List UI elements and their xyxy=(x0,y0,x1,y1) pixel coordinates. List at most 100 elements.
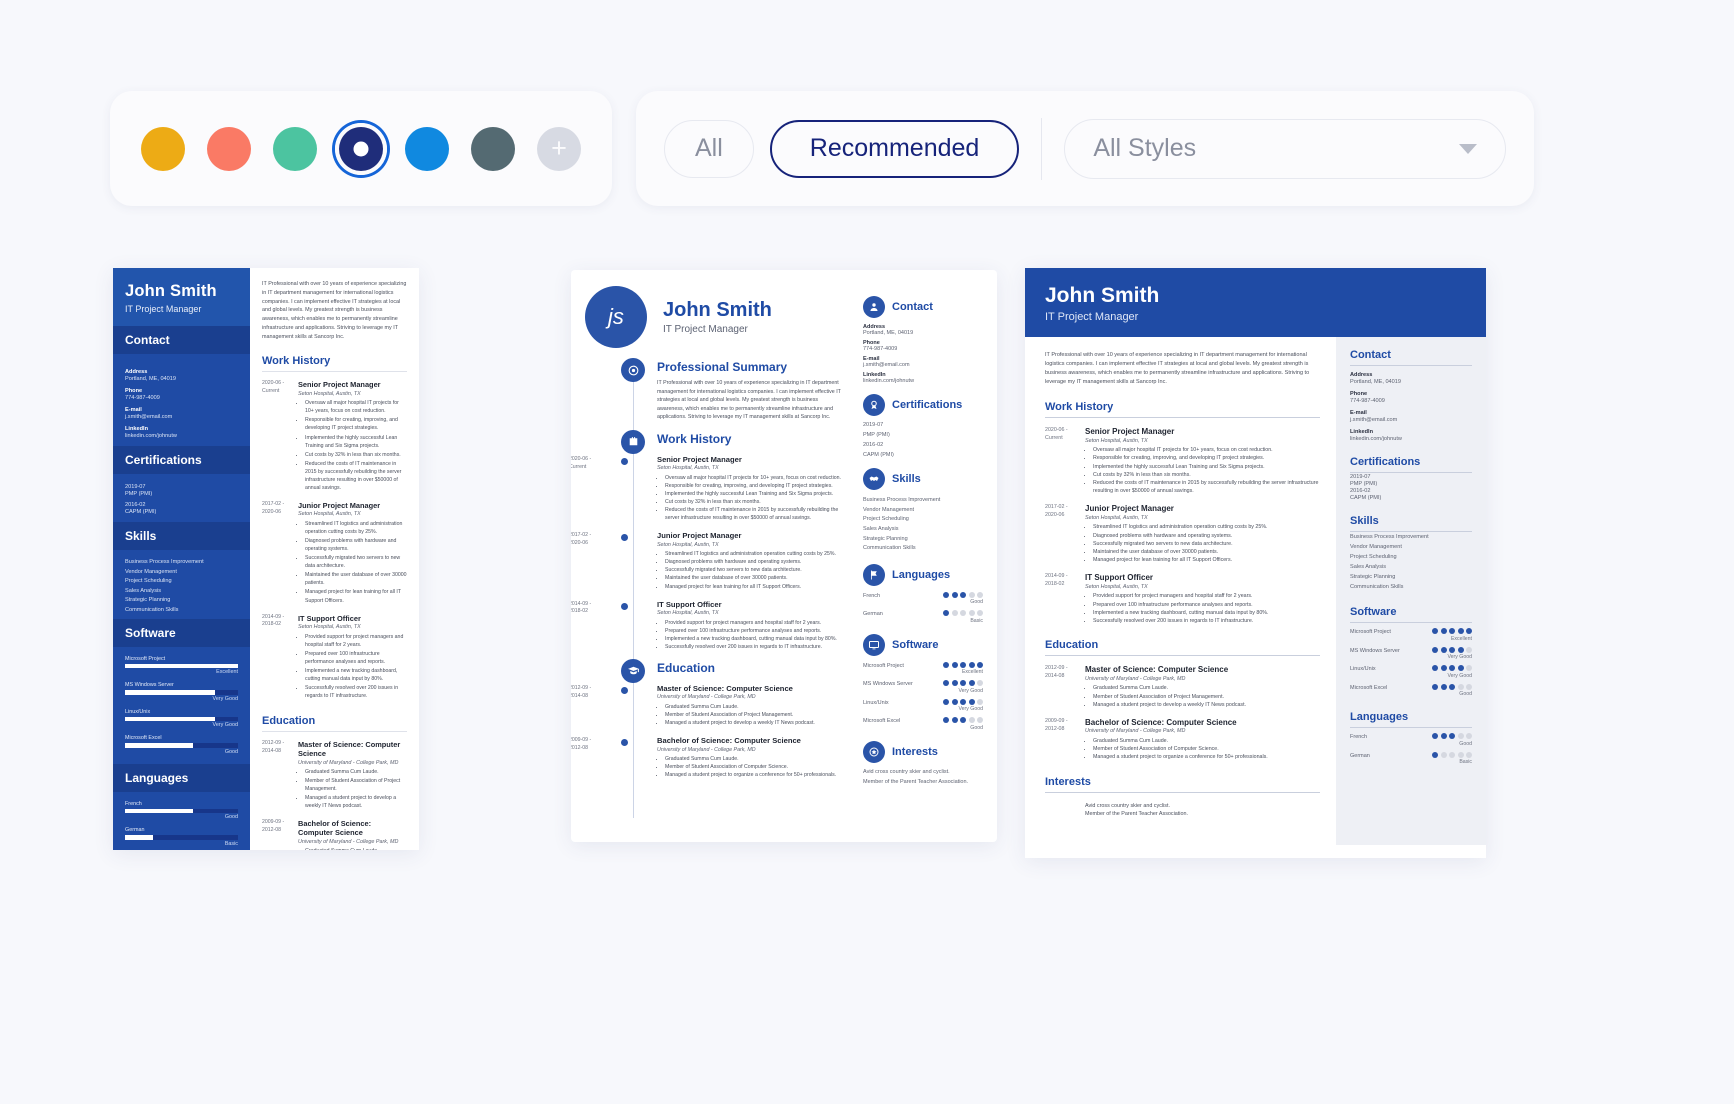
card2-main: js John Smith IT Project Manager Profess… xyxy=(571,286,855,832)
bullet: Prepared over 100 infrastructure perform… xyxy=(665,627,845,635)
language-bar xyxy=(125,835,238,840)
rating-dots xyxy=(1432,751,1472,758)
card3-name: John Smith xyxy=(1045,284,1160,307)
card2-skills-heading-row: Skills xyxy=(863,468,983,490)
bullet: Provided support for project managers an… xyxy=(305,633,407,649)
job-org: Seton Hospital, Austin, TX xyxy=(657,541,719,548)
card2-education-section: Education 2012-09 -2014-08 Master of Sci… xyxy=(571,658,845,779)
software-entry: Linux/Unix Very Good xyxy=(863,698,983,713)
card1-role: IT Project Manager xyxy=(125,304,202,314)
job-title: IT Support Officer xyxy=(657,599,722,609)
bullet: Managed a student project to organize a … xyxy=(665,771,845,779)
job-title: Junior Project Manager xyxy=(657,531,742,541)
add-color-button[interactable]: + xyxy=(533,123,585,175)
edu-bullets: Graduated Summa Cum Laude. Member of Stu… xyxy=(1093,684,1320,709)
job-org: Seton Hospital, Austin, TX xyxy=(298,624,361,631)
contact-entry: E-mail j.smith@email.com xyxy=(125,407,238,420)
job-bullets: Provided support for project managers an… xyxy=(1093,592,1320,625)
bullet: Reduced the costs of IT maintenance in 2… xyxy=(1093,479,1320,495)
bullet: Oversaw all major hospital IT projects f… xyxy=(665,474,845,482)
graduation-cap-icon xyxy=(621,658,645,683)
plus-icon: + xyxy=(537,126,581,171)
job-dates: 2020-06 -Current xyxy=(262,380,285,395)
bullet: Oversaw all major hospital IT projects f… xyxy=(305,399,407,415)
contact-entry: E-mail j.smith@email.com xyxy=(1350,410,1398,423)
certification-entry: 2019-07 PMP (PMI) xyxy=(1350,474,1378,487)
interests-entry: Avid cross country skier and cyclist. Me… xyxy=(1045,802,1320,820)
timeline-dot xyxy=(621,534,628,542)
bullet: Diagnosed problems with hardware and ope… xyxy=(305,537,407,553)
software-bar xyxy=(125,743,238,748)
skill-item: Vendor Management xyxy=(863,506,915,513)
rating-dots xyxy=(1432,665,1472,672)
job-bullets: Streamlined IT logistics and administrat… xyxy=(305,520,407,605)
filter-tab-all[interactable]: All xyxy=(664,119,754,178)
filter-panel: All Recommended All Styles xyxy=(636,91,1534,206)
card1-header: John Smith IT Project Manager xyxy=(113,268,250,326)
bullet: Successfully resolved over 200 issues in… xyxy=(305,684,407,700)
card2-role: IT Project Manager xyxy=(663,324,748,335)
color-swatch-yellow[interactable] xyxy=(137,123,189,175)
bullet: Streamlined IT logistics and administrat… xyxy=(305,520,407,536)
resume-template-card-3[interactable]: John Smith IT Project Manager IT Profess… xyxy=(1025,268,1486,858)
bullet: Graduated Summa Cum Laude. xyxy=(305,847,407,850)
color-swatch-navy-selected[interactable] xyxy=(335,123,387,175)
rating-dots xyxy=(943,591,983,598)
job-org: Seton Hospital, Austin, TX xyxy=(1085,583,1148,590)
bullet: Managed project for lean training for al… xyxy=(1093,556,1320,564)
bullet: Implemented a new tracking dashboard, cu… xyxy=(305,667,407,683)
job-org: Seton Hospital, Austin, TX xyxy=(1085,437,1148,444)
style-select-value: All Styles xyxy=(1093,134,1197,162)
card3-sidebar: Contact Address Portland, ME, 04019 Phone… xyxy=(1336,337,1486,845)
bullet: Implemented the highly successful Lean T… xyxy=(1093,463,1320,471)
job-entry: 2017-02 -2020-06 Junior Project Manager … xyxy=(262,501,407,606)
edu-school: University of Maryland - College Park, M… xyxy=(298,759,399,766)
bullet: Managed a student project to develop a w… xyxy=(665,719,845,727)
job-entry: 2014-09 -2018-02 IT Support Officer Seto… xyxy=(571,599,845,651)
job-dates: 2017-02 -2020-06 xyxy=(1045,504,1068,519)
job-dates: 2017-02 -2020-06 xyxy=(571,532,592,547)
job-dates: 2014-09 -2018-02 xyxy=(1045,573,1068,588)
star-badge-icon xyxy=(863,740,885,763)
flag-icon xyxy=(863,563,885,586)
rating-dots xyxy=(1432,733,1472,740)
job-title: Junior Project Manager xyxy=(298,500,381,510)
job-dates: 2017-02 -2020-06 xyxy=(262,500,285,515)
language-name: German xyxy=(125,827,145,834)
contact-label: Phone xyxy=(125,388,143,394)
contact-entry: Address Portland, ME, 04019 xyxy=(125,369,238,382)
card2-summary-text: IT Professional with over 10 years of ex… xyxy=(657,380,841,421)
bullet: Oversaw all major hospital IT projects f… xyxy=(1093,446,1320,454)
bullet: Implemented a new tracking dashboard, cu… xyxy=(1093,609,1320,617)
card1-skills-body: Business Process Improvement Vendor Mana… xyxy=(113,550,250,619)
filter-tab-recommended[interactable]: Recommended xyxy=(769,119,1020,178)
bullet: Member of Student Association of Project… xyxy=(305,777,407,793)
education-entry: 2012-09 -2014-08 Master of Science: Comp… xyxy=(1045,665,1320,709)
software-entry: MS Windows Server Very Good xyxy=(125,682,238,702)
bullet: Provided support for project managers an… xyxy=(665,619,845,627)
skill-item: Business Process Improvement xyxy=(863,497,941,503)
cert-date: 2019-07 xyxy=(125,484,146,490)
software-bar xyxy=(125,690,238,695)
color-swatch-teal[interactable] xyxy=(269,123,321,175)
card1-work-history-heading: Work History xyxy=(262,355,407,373)
bullet: Reduced the costs of IT maintenance in 2… xyxy=(665,506,845,522)
job-title: Senior Project Manager xyxy=(657,454,742,464)
color-swatch-blue[interactable] xyxy=(401,123,453,175)
bullet: Provided support for project managers an… xyxy=(1093,592,1320,600)
card3-contact-heading: Contact xyxy=(1350,349,1472,366)
chevron-down-icon xyxy=(1459,143,1477,154)
handshake-icon xyxy=(863,468,885,490)
color-swatch-coral[interactable] xyxy=(203,123,255,175)
resume-template-card-1[interactable]: John Smith IT Project Manager Contact Ad… xyxy=(113,268,419,850)
resume-template-card-2[interactable]: js John Smith IT Project Manager Profess… xyxy=(571,270,997,842)
color-swatch-slate[interactable] xyxy=(467,123,519,175)
software-name: MS Windows Server xyxy=(125,682,174,689)
job-title: Junior Project Manager xyxy=(1085,504,1174,514)
style-select[interactable]: All Styles xyxy=(1064,118,1506,179)
card2-certifications-heading: Certifications xyxy=(892,399,963,411)
edu-bullets: Graduated Summa Cum Laude. Member of Stu… xyxy=(1093,737,1320,762)
card1-contact-heading: Contact xyxy=(113,326,250,354)
rating-dots xyxy=(1432,628,1472,635)
bullet: Implemented a new tracking dashboard, cu… xyxy=(665,635,845,643)
